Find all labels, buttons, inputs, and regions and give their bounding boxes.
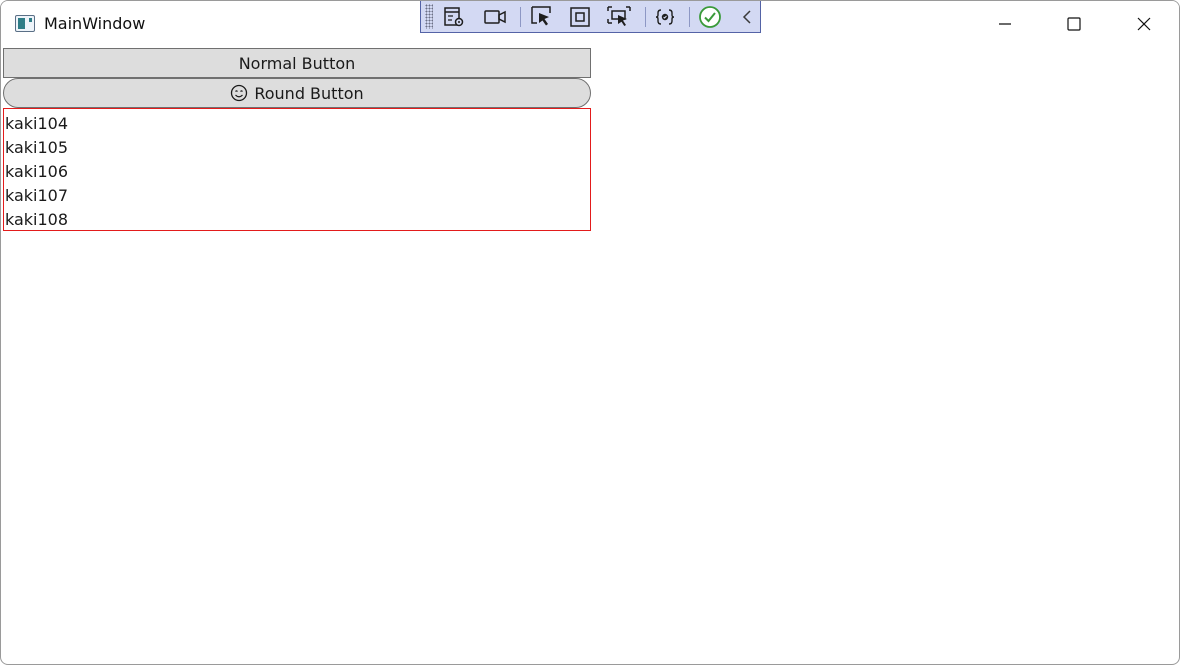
app-icon (15, 15, 35, 32)
collapse-icon (742, 10, 751, 24)
binding-failures-button[interactable] (651, 4, 679, 30)
normal-button[interactable]: Normal Button (3, 48, 591, 78)
display-layout-adorners-button[interactable] (566, 4, 594, 30)
maximize-icon (1067, 17, 1081, 31)
round-button[interactable]: Round Button (3, 78, 591, 108)
toolbar-separator (520, 7, 521, 27)
display-layout-adorners-icon (570, 7, 590, 27)
track-focus-button[interactable] (605, 4, 633, 30)
close-button[interactable] (1109, 1, 1179, 47)
maximize-button[interactable] (1039, 1, 1109, 47)
toolbar-separator (645, 7, 646, 27)
minimize-button[interactable] (970, 1, 1040, 47)
toolbar-grip[interactable] (425, 4, 433, 29)
record-button[interactable] (481, 4, 509, 30)
list-item[interactable]: kaki108 (5, 208, 590, 232)
record-icon (484, 10, 506, 24)
track-focus-icon (607, 6, 631, 26)
accessibility-check-button[interactable] (696, 4, 724, 30)
main-window: MainWindow Normal Button Round Button ka… (0, 0, 1180, 665)
window-title: MainWindow (44, 14, 146, 33)
toolbar-separator (689, 7, 690, 27)
list-item[interactable]: kaki104 (5, 112, 590, 136)
list-item[interactable]: kaki106 (5, 160, 590, 184)
accessibility-check-icon (699, 6, 721, 28)
round-button-label: Round Button (254, 83, 364, 103)
select-element-button[interactable] (528, 4, 556, 30)
collapse-toolbar-button[interactable] (733, 4, 761, 30)
items-listbox[interactable]: kaki104 kaki105 kaki106 kaki107 kaki108 (3, 108, 591, 231)
binding-failures-icon (655, 9, 675, 25)
normal-button-label: Normal Button (238, 53, 356, 73)
list-item[interactable]: kaki107 (5, 184, 590, 208)
close-icon (1137, 17, 1151, 31)
live-visual-tree-icon (444, 7, 464, 27)
live-visual-tree-button[interactable] (440, 4, 468, 30)
smiley-icon (231, 84, 248, 102)
minimize-icon (999, 23, 1011, 25)
list-item[interactable]: kaki105 (5, 136, 590, 160)
select-element-icon (531, 6, 551, 26)
xaml-debug-toolbar (420, 1, 761, 33)
